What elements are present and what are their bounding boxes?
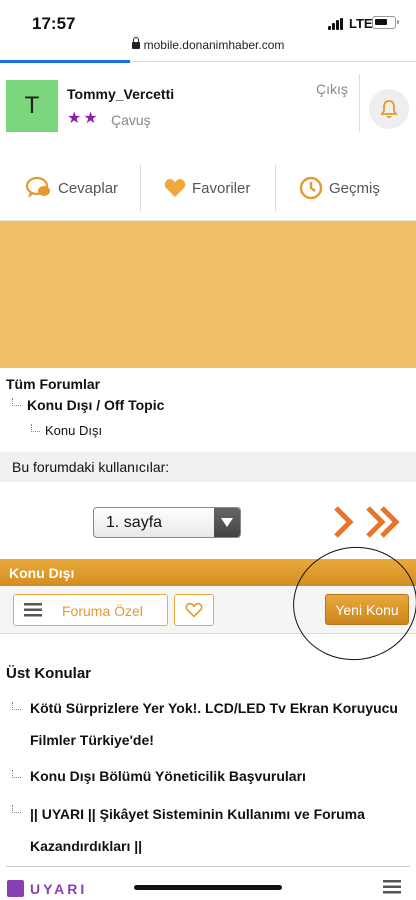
favorite-forum-button[interactable] [174,594,214,626]
favorites-link[interactable]: Favoriler [164,160,250,216]
tree-connector [12,398,21,406]
home-indicator[interactable] [134,885,282,890]
page-select[interactable]: 1. sayfa [93,507,241,538]
divider [6,866,410,867]
page-select-value: 1. sayfa [106,514,163,531]
next-page-icon[interactable] [330,504,356,540]
favorites-label: Favoriler [192,179,251,197]
network-label: LTE [349,16,373,31]
chat-bubbles-icon [26,176,50,198]
warning-label[interactable]: UYARI [30,881,87,897]
tree-connector [31,424,40,432]
tree-connector [12,770,21,778]
battery-icon [372,16,399,29]
signal-icon [328,18,346,30]
list-item[interactable]: || UYARI || Şikâyet Sisteminin Kullanımı… [30,798,400,862]
quick-links: Cevaplar Favoriler Geçmiş [0,160,416,216]
replies-label: Cevaplar [58,179,119,197]
forum-title: Konu Dışı [9,565,75,581]
avatar[interactable]: T [6,80,58,132]
replies-link[interactable]: Cevaplar [26,160,118,216]
breadcrumb-all-forums[interactable]: Tüm Forumlar [6,376,100,392]
menu-icon[interactable] [383,880,401,894]
clock-icon [299,176,323,200]
heart-icon [164,179,186,197]
forum-filter-button[interactable]: Foruma Özel [13,594,168,626]
url-text: mobile.donanimhaber.com [143,38,285,52]
forum-users-label: Bu forumdaki kullanıcılar: [12,459,170,475]
top-topics-header: Üst Konular [6,665,92,682]
divider [140,164,141,212]
last-page-icon[interactable] [364,504,404,540]
history-link[interactable]: Geçmiş [299,160,380,216]
logout-link[interactable]: Çıkış [316,81,348,97]
user-panel: T Tommy_Vercetti ★★ Çavuş Çıkış [0,66,416,150]
pagination: 1. sayfa [0,500,416,546]
user-rank: Çavuş [111,112,151,128]
divider [359,74,360,132]
status-time: 17:57 [32,14,76,33]
rank-stars-icon: ★★ [67,110,100,127]
history-label: Geçmiş [329,179,380,197]
lock-icon [131,37,140,49]
ad-banner[interactable] [0,221,416,368]
tree-connector [12,702,21,710]
notifications-button[interactable] [369,89,409,129]
bell-icon [380,100,398,119]
status-bar: 17:57 LTE [0,0,416,40]
breadcrumb-section[interactable]: Konu Dışı / Off Topic [27,397,164,413]
breadcrumb-subsection[interactable]: Konu Dışı [45,423,102,438]
username[interactable]: Tommy_Vercetti [67,86,174,102]
load-progress [0,60,130,63]
list-item[interactable]: Konu Dışı Bölümü Yöneticilik Başvuruları [30,760,400,792]
list-item[interactable]: Kötü Sürprizlere Yer Yok!. LCD/LED Tv Ek… [30,692,400,756]
menu-icon [24,603,42,617]
forum-filter-label: Foruma Özel [62,603,143,619]
warning-icon [7,880,24,897]
address-bar[interactable]: mobile.donanimhaber.com [0,37,416,60]
forum-users-bar[interactable]: Bu forumdaki kullanıcılar: [0,452,416,482]
divider [275,164,276,212]
heart-outline-icon [185,602,203,618]
dropdown-arrow-icon [214,508,240,537]
tree-connector [12,805,21,813]
